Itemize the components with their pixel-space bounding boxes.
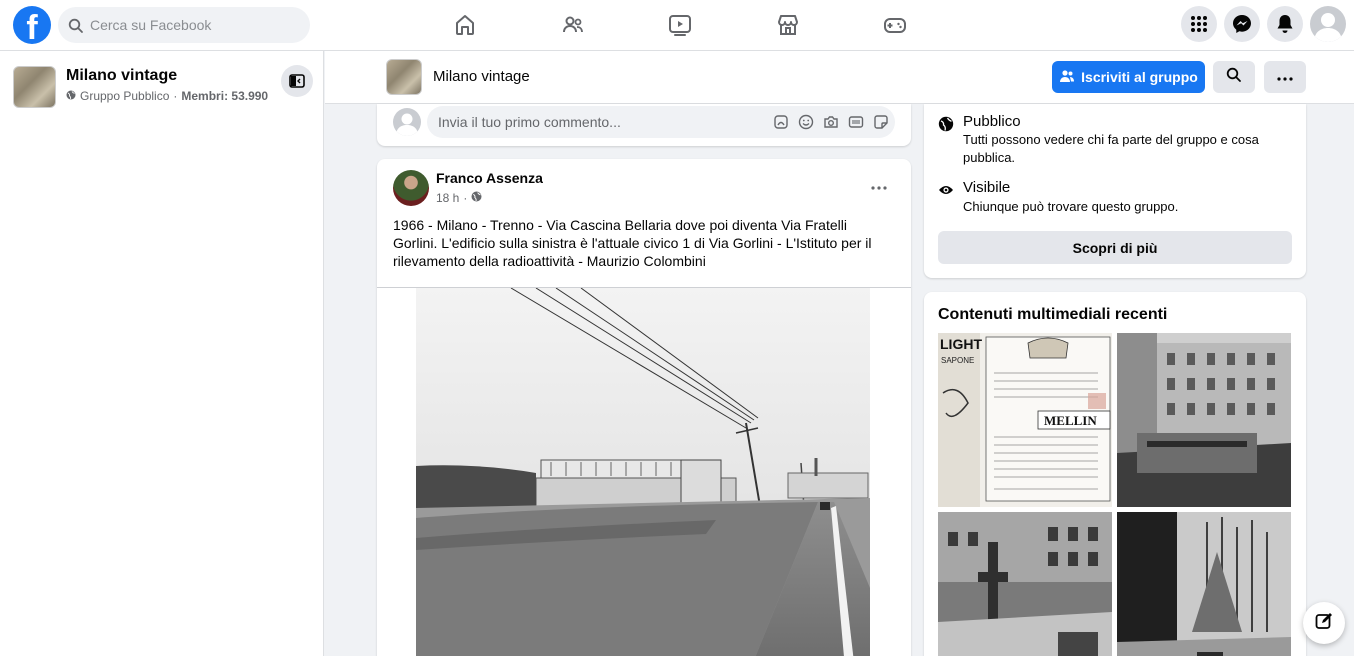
watch-icon[interactable] [665,10,695,40]
camera-icon[interactable] [823,114,839,130]
comment-tools [773,114,889,130]
commenter-avatar[interactable] [393,108,421,136]
post-photo[interactable] [377,287,911,656]
group-header-title[interactable]: Milano vintage [433,68,530,85]
group-thumbnail[interactable] [13,66,56,108]
media-thumbnail[interactable] [1117,333,1291,507]
new-message-button[interactable] [1303,602,1345,644]
comment-input[interactable] [438,106,758,138]
notifications-icon[interactable] [1267,6,1303,42]
left-sidebar: Milano vintage Gruppo Pubblico · Membri:… [0,51,324,656]
search-box[interactable] [58,7,310,43]
join-group-label: Iscriviti al gruppo [1081,69,1198,85]
post-card: Franco Assenza 18 h · 1966 - Milano - Tr… [377,159,911,656]
join-group-button[interactable]: Iscriviti al gruppo [1052,61,1205,93]
post-meta: 18 h · [436,191,482,205]
post-timestamp[interactable]: 18 h [436,191,459,205]
post-author-avatar[interactable] [393,170,429,206]
facebook-logo[interactable]: f [13,6,51,44]
globe-icon [66,89,76,103]
marketplace-icon[interactable] [773,10,803,40]
home-icon[interactable] [450,10,480,40]
sidebar-group-info: Gruppo Pubblico · Membri: 53.990 [66,89,268,103]
learn-more-button[interactable]: Scopri di più [938,231,1292,264]
eye-icon [937,181,955,199]
more-options-icon [871,177,887,195]
group-search-button[interactable] [1213,61,1255,93]
search-input[interactable] [90,7,300,43]
group-header-bar: Milano vintage Iscriviti al gruppo [325,51,1354,104]
thumb-text-sapone: SAPONE [941,356,974,365]
emoji-icon[interactable] [798,114,814,130]
group-header-thumbnail[interactable] [386,59,422,95]
group-more-button[interactable] [1264,61,1306,93]
media-thumbnail[interactable]: LIGHT SAPONE MELLIN [938,333,1112,507]
group-members-count: Membri: 53.990 [181,89,269,103]
separator-dot: · [463,191,468,205]
messenger-icon[interactable] [1224,6,1260,42]
thumb-text-mellin: MELLIN [1044,413,1097,428]
collapse-sidebar-icon[interactable] [281,65,313,97]
post-text: 1966 - Milano - Trenno - Via Cascina Bel… [393,217,872,269]
friends-icon[interactable] [558,10,588,40]
previous-post-comment-box [377,104,911,146]
compose-icon [1315,612,1333,635]
media-thumbnail[interactable] [938,512,1112,656]
gaming-icon[interactable] [880,10,910,40]
comment-input-container[interactable] [427,106,895,138]
search-icon [68,18,84,39]
group-privacy-label: Gruppo Pubblico [80,89,170,103]
separator-dot: · [173,89,178,103]
join-group-icon [1059,69,1075,86]
vintage-street-photo [416,288,870,656]
avatar-sticker-icon[interactable] [773,114,789,130]
about-public-description: Tutti possono vedere chi fa parte del gr… [963,132,1259,165]
recent-media-title: Contenuti multimediali recenti [938,306,1168,323]
group-about-card: Pubblico Tutti possono vedere chi fa par… [924,104,1306,278]
recent-media-card: Contenuti multimediali recenti LIGHT SAP… [924,292,1306,656]
search-icon [1226,67,1242,88]
globe-icon [937,115,955,133]
menu-grid-icon[interactable] [1181,6,1217,42]
logo-letter: f [26,9,38,44]
gif-icon[interactable] [848,114,864,130]
about-public-title: Pubblico [963,113,1021,130]
account-avatar[interactable] [1310,6,1346,42]
post-author-name[interactable]: Franco Assenza [436,170,543,186]
top-navigation-bar: f [0,0,1354,51]
public-audience-icon [471,191,482,205]
sidebar-group-name[interactable]: Milano vintage [66,67,177,85]
about-visible-description: Chiunque può trovare questo gruppo. [963,199,1179,214]
sticker-icon[interactable] [873,114,889,130]
about-visible-title: Visibile [963,179,1011,196]
post-options-button[interactable] [863,173,895,199]
media-thumbnail[interactable] [1117,512,1291,656]
more-options-icon [1277,68,1293,86]
thumb-text-light: LIGHT [940,336,982,352]
